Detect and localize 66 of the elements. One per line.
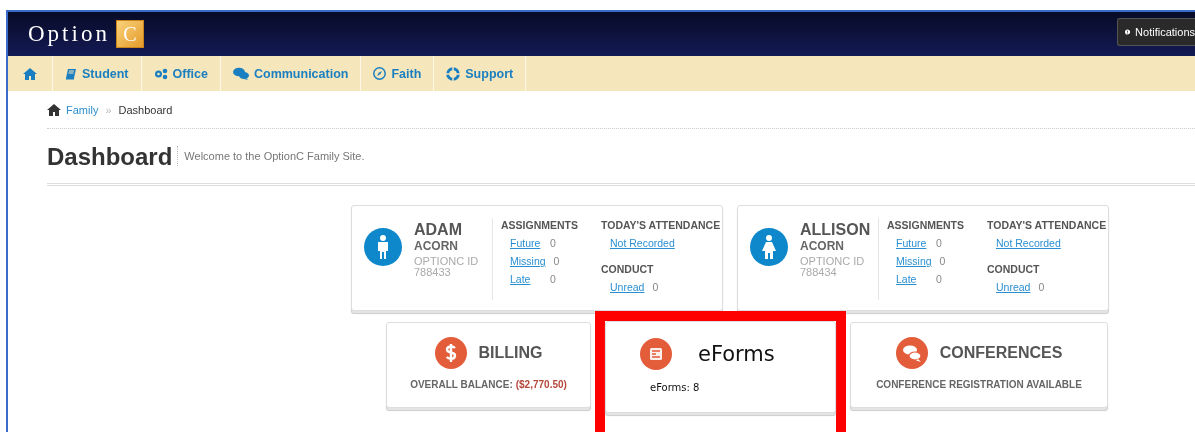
- assignment-count: 0: [936, 272, 942, 287]
- student-first-name: ALLISON: [800, 221, 872, 239]
- student-id-label: OPTIONC ID: [800, 256, 866, 267]
- form-icon: [640, 338, 672, 370]
- compass-icon: [373, 67, 387, 80]
- girl-icon: [750, 228, 788, 266]
- nav-tab[interactable]: Faith: [361, 56, 435, 91]
- notifications-button[interactable]: Notifications: [1117, 18, 1195, 46]
- attendance-heading: TODAY'S ATTENDANCE: [601, 218, 721, 232]
- student-id: 788434: [800, 267, 838, 278]
- assignment-count: 0: [550, 236, 556, 251]
- breadcrumb-current: Dashboard: [118, 103, 173, 116]
- gears-icon: [153, 67, 168, 80]
- logo-text: Option: [28, 21, 110, 47]
- page-title: Dashboard: [47, 146, 179, 166]
- attendance-heading: TODAY'S ATTENDANCE: [987, 218, 1107, 232]
- student-id: 788433: [414, 267, 452, 278]
- conduct-heading: CONDUCT: [987, 262, 1041, 276]
- tile-title: eForms: [698, 342, 775, 366]
- home-icon: [47, 103, 61, 116]
- chat-icon: [232, 67, 249, 80]
- nav-tab[interactable]: Office: [141, 56, 221, 91]
- logo-cube: C: [115, 20, 144, 48]
- assignment-link[interactable]: Future: [896, 234, 928, 252]
- conduct-link[interactable]: Unread: [610, 278, 645, 296]
- chat-icon: [895, 337, 928, 369]
- boy-icon: [364, 228, 402, 266]
- attendance-link[interactable]: Not Recorded: [610, 234, 675, 252]
- assignment-count: 0: [939, 254, 946, 269]
- student-last-name: ACORN: [414, 239, 459, 254]
- assignment-count: 0: [550, 272, 556, 287]
- assignment-link[interactable]: Late: [896, 270, 928, 288]
- assignment-link[interactable]: Missing: [510, 252, 546, 270]
- page-subtitle: Welcome to the OptionC Family Site.: [183, 150, 365, 162]
- home-icon: [23, 67, 37, 80]
- attendance-link[interactable]: Not Recorded: [996, 234, 1061, 252]
- conduct-link[interactable]: Unread: [996, 278, 1031, 296]
- lifebuoy-icon: [446, 66, 461, 81]
- conduct-count: 0: [652, 280, 659, 295]
- tile-card[interactable]: eForms eForms: 8: [605, 321, 836, 413]
- tile-card[interactable]: BILLING OVERALL BALANCE: ($2,770.50): [386, 322, 591, 408]
- tile-detail: CONFERENCE REGISTRATION AVAILABLE: [876, 379, 1082, 390]
- conduct-heading: CONDUCT: [601, 262, 655, 276]
- student-last-name: ACORN: [800, 239, 845, 254]
- breadcrumb-separator: »: [104, 103, 113, 116]
- breadcrumb-link[interactable]: Family: [66, 103, 99, 116]
- assignment-link[interactable]: Late: [510, 270, 542, 288]
- dollar-icon: [434, 337, 467, 369]
- tile-title: BILLING: [478, 344, 543, 362]
- assignment-count: 0: [936, 236, 942, 251]
- tile-detail: OVERALL BALANCE: ($2,770.50): [410, 379, 567, 390]
- book-icon: [65, 67, 77, 80]
- tile-card[interactable]: CONFERENCES CONFERENCE REGISTRATION AVAILABLE: [850, 322, 1108, 408]
- assignment-link[interactable]: Missing: [896, 252, 932, 270]
- tile-title: CONFERENCES: [939, 344, 1063, 362]
- nav-tab[interactable]: Support: [434, 56, 527, 91]
- student-id-label: OPTIONC ID: [414, 256, 480, 267]
- assignments-heading: ASSIGNMENTS: [501, 218, 579, 232]
- assignment-count: 0: [553, 254, 560, 269]
- assignments-heading: ASSIGNMENTS: [887, 218, 965, 232]
- assignment-link[interactable]: Future: [510, 234, 542, 252]
- conduct-count: 0: [1038, 280, 1045, 295]
- nav-tab[interactable]: Communication: [220, 56, 362, 91]
- nav-tab[interactable]: Student: [53, 56, 142, 91]
- student-first-name: ADAM: [414, 221, 463, 239]
- tile-detail: eForms: 8: [649, 382, 700, 393]
